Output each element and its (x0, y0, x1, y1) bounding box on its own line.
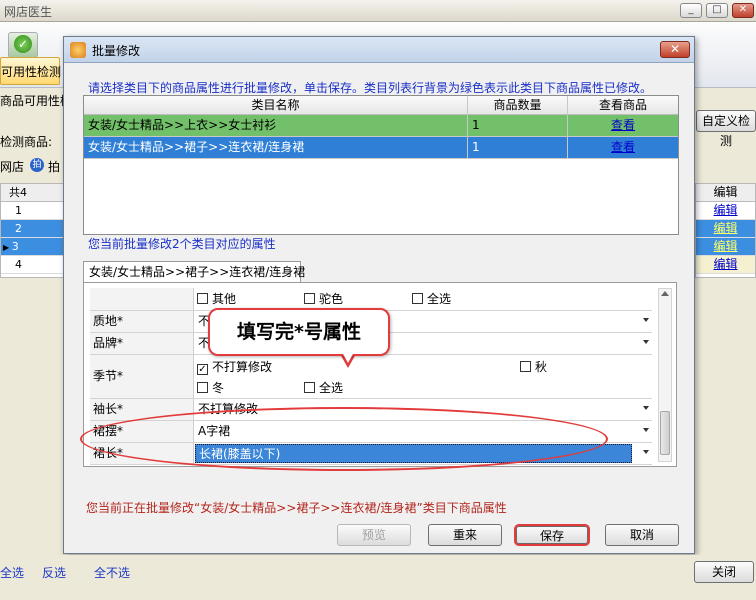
checkbox-autumn[interactable]: 秋 (520, 358, 547, 375)
app-title: 网店医生 (4, 5, 53, 19)
edit-link[interactable]: 编辑 (696, 202, 755, 220)
table-row[interactable]: 1 (1, 202, 63, 220)
status-text: 您当前正在批量修改“女装/女士精品>>裙子>>连衣裙/连身裙”类目下商品属性 (86, 501, 507, 515)
shop-label: 网店 (0, 160, 25, 174)
property-scrollbar[interactable] (658, 288, 672, 462)
close-button[interactable]: 关闭 (694, 561, 754, 583)
annotation-callout: 填写完*号属性 (208, 308, 390, 356)
season-label: 季节* (90, 355, 194, 399)
maximize-button[interactable]: □ (706, 3, 728, 18)
product-availability-label: 商品可用性检 (0, 94, 73, 108)
minimize-button[interactable]: _ (680, 3, 702, 18)
edit-header: 编辑 (696, 184, 755, 202)
edit-link[interactable]: 编辑 (696, 256, 755, 274)
instruction-text: 请选择类目下的商品属性进行批量修改，单击保存。类目列表行背景为绿色表示此类目下商… (88, 81, 653, 95)
edit-link[interactable]: 编辑 (696, 238, 755, 256)
scroll-up-icon[interactable] (661, 291, 669, 296)
select-all-link[interactable]: 全选 (0, 564, 24, 581)
category-cell: 女装/女士精品>>上衣>>女士衬衫 (84, 115, 468, 136)
property-label (90, 288, 194, 311)
dialog-close-button[interactable]: ✕ (660, 41, 690, 58)
tab-category[interactable]: 女装/女士精品>>裙子>>连衣裙/连身裙 (83, 261, 305, 283)
section-label: 您当前批量修改2个类目对应的属性 (88, 237, 276, 251)
count-cell: 1 (468, 115, 568, 136)
table-row[interactable]: 女装/女士精品>>上衣>>女士衬衫 1 查看 (84, 115, 678, 137)
brand-label: 品牌* (90, 333, 194, 355)
season-options: ✓ 不打算修改 秋 冬 全选 (194, 355, 652, 399)
chevron-down-icon (643, 318, 649, 322)
toolbar-availability-check-button[interactable]: 可用性检测 (0, 57, 62, 85)
dialog-title-bar: 批量修改 ✕ (64, 37, 694, 63)
select-none-link[interactable]: 全不选 (94, 564, 130, 581)
category-table: 类目名称 商品数量 查看商品 女装/女士精品>>上衣>>女士衬衫 1 查看 女装… (83, 95, 679, 235)
table-row[interactable]: 女装/女士精品>>裙子>>连衣裙/连身裙 1 查看 (84, 137, 678, 159)
material-label: 质地* (90, 311, 194, 333)
column-header-count: 商品数量 (468, 96, 568, 114)
preview-button[interactable]: 预览 (337, 524, 411, 546)
table-row[interactable]: 2 (1, 220, 63, 238)
row-pointer-icon: ▶ (3, 243, 12, 252)
pai-label: 拍 (48, 160, 61, 174)
pai-icon: 拍 (30, 158, 44, 172)
save-button[interactable]: 保存 (514, 524, 590, 546)
callout-tail-inner (342, 352, 354, 363)
count-cell: 1 (468, 137, 568, 158)
invert-selection-link[interactable]: 反选 (42, 564, 66, 581)
checkbox-no-change[interactable]: ✓ 不打算修改 (197, 358, 272, 375)
checkbox-other[interactable]: 其他 (197, 288, 236, 310)
check-product-label: 检测商品: (0, 135, 53, 149)
category-cell: 女装/女士精品>>裙子>>连衣裙/连身裙 (84, 137, 468, 158)
checkbox-select-all-color[interactable]: 全选 (412, 288, 451, 310)
chevron-down-icon (643, 428, 649, 432)
check-icon: ✓ (14, 35, 32, 53)
chevron-down-icon (643, 450, 649, 454)
table-row[interactable]: ▶ 3 (1, 238, 63, 256)
total-count: 共4 (1, 184, 63, 202)
column-header-category: 类目名称 (84, 96, 468, 114)
product-grid-left: 共4 1 2 ▶ 3 4 (0, 183, 64, 278)
checkbox-winter[interactable]: 冬 (197, 379, 224, 396)
column-header-view: 查看商品 (598, 98, 647, 112)
cancel-button[interactable]: 取消 (605, 524, 679, 546)
edit-link[interactable]: 编辑 (696, 220, 755, 238)
view-link[interactable]: 查看 (568, 115, 678, 136)
chevron-down-icon (643, 340, 649, 344)
checkbox-camel[interactable]: 驼色 (304, 288, 343, 310)
dialog-title: 批量修改 (92, 44, 141, 58)
table-row[interactable]: 4 (1, 256, 63, 274)
chevron-down-icon (643, 406, 649, 410)
dialog-app-icon (70, 42, 86, 58)
window-close-button[interactable]: ✕ (732, 3, 754, 18)
scroll-thumb[interactable] (660, 411, 670, 455)
toolbar-availability-label: 可用性检测 (1, 65, 62, 79)
main-title-bar: 网店医生 _ □ ✕ (0, 0, 756, 22)
product-grid-right: 编辑 编辑 编辑 编辑 编辑 (695, 183, 756, 278)
batch-edit-dialog: 批量修改 ✕ 请选择类目下的商品属性进行批量修改，单击保存。类目列表行背景为绿色… (63, 36, 695, 554)
custom-check-button[interactable]: 自定义检测 (696, 110, 756, 148)
category-table-header: 类目名称 商品数量 查看商品 (84, 96, 678, 115)
highlight-ellipse (80, 407, 608, 471)
reset-button[interactable]: 重来 (428, 524, 502, 546)
view-link[interactable]: 查看 (568, 137, 678, 158)
checkbox-select-all-season[interactable]: 全选 (304, 379, 343, 396)
